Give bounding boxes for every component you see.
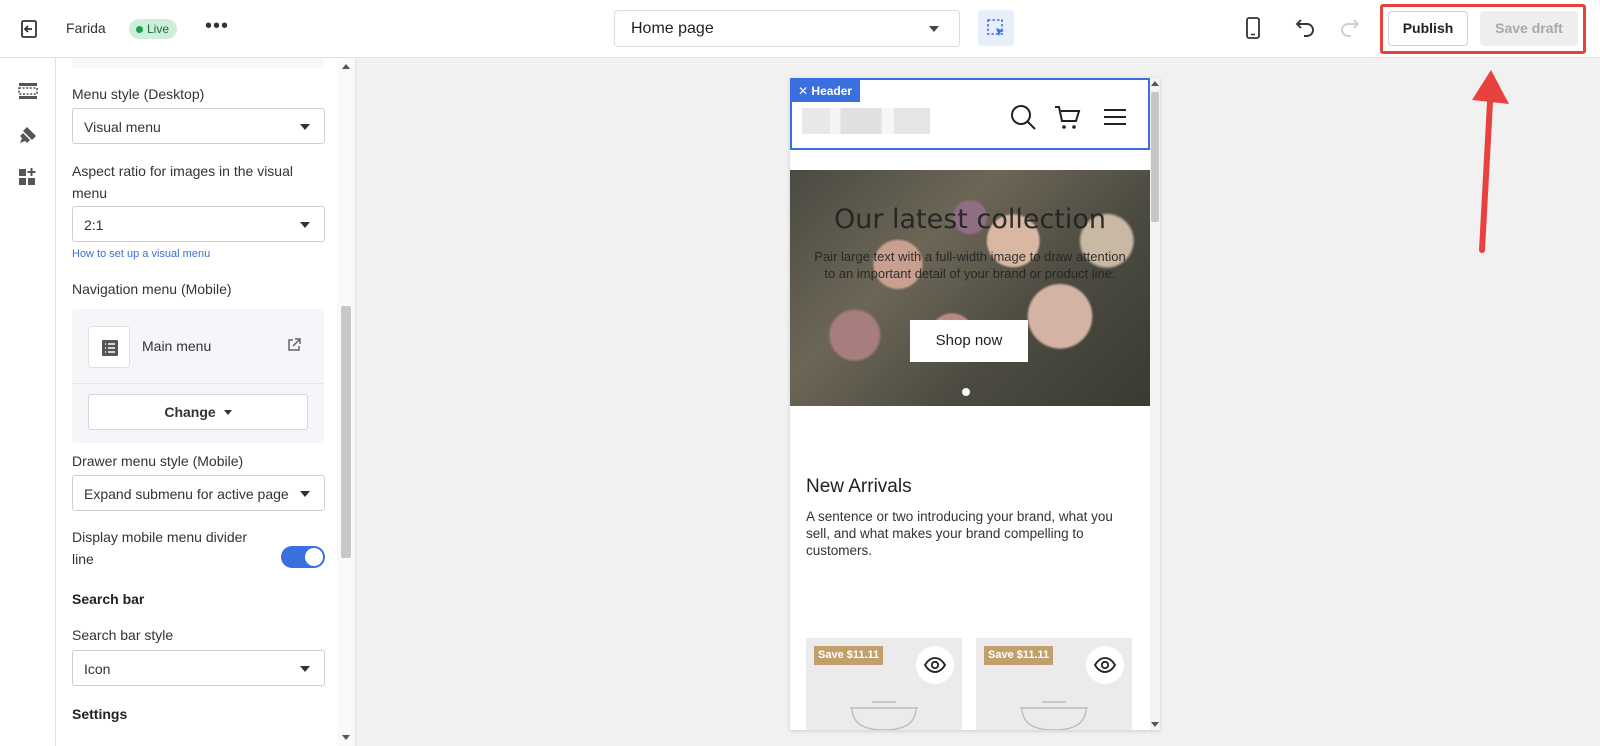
section-description: A sentence or two introducing your brand… (806, 509, 1113, 558)
store-name: Farida (66, 20, 106, 36)
settings-heading: Settings (72, 706, 128, 722)
mobile-divider-toggle[interactable] (281, 546, 325, 568)
add-app-icon[interactable] (17, 166, 39, 188)
previous-setting-block (72, 58, 324, 68)
change-menu-button[interactable]: Change (88, 394, 308, 430)
section-title: New Arrivals (806, 476, 912, 497)
save-badge: Save $11.11 (984, 646, 1054, 665)
external-link-icon[interactable] (286, 337, 302, 353)
chevron-down-icon (223, 410, 232, 415)
scroll-down-icon[interactable] (342, 735, 350, 740)
search-icon[interactable] (1008, 102, 1038, 132)
chevron-down-icon (300, 222, 310, 228)
page-selector[interactable]: Home page (614, 10, 960, 47)
eye-icon[interactable] (916, 646, 954, 684)
divider (72, 383, 324, 384)
hero-slideshow[interactable]: Our latest collection Pair large text wi… (790, 170, 1150, 406)
hero-subtitle: Pair large text with a full-width image … (814, 249, 1126, 281)
search-bar-style-label: Search bar style (72, 627, 174, 643)
drawer-menu-select[interactable]: Expand submenu for active page (72, 475, 325, 511)
product-card[interactable]: Save $11.11 (976, 638, 1132, 730)
left-rail (0, 58, 56, 746)
menu-style-value: Visual menu (84, 119, 161, 135)
search-bar-style-value: Icon (84, 661, 111, 677)
mobile-divider-label: Display mobile menu divider line (72, 529, 248, 567)
navigation-menu-card: Main menu Change (72, 309, 324, 443)
product-image (842, 694, 926, 730)
hamburger-menu-icon[interactable] (1100, 102, 1130, 132)
shop-now-button[interactable]: Shop now (910, 320, 1028, 362)
navigation-menu-name: Main menu (142, 338, 212, 354)
scroll-down-icon[interactable] (1151, 722, 1159, 727)
preview-canvas: ✕ Header Our latest collection Pair larg… (356, 58, 1600, 746)
drawer-menu-value: Expand submenu for active page (84, 486, 289, 502)
visual-menu-help-link[interactable]: How to set up a visual menu (72, 248, 210, 260)
annotation-highlight-box (1380, 4, 1586, 54)
mobile-preview: ✕ Header Our latest collection Pair larg… (790, 78, 1160, 730)
scrollbar-thumb[interactable] (341, 306, 351, 558)
drawer-menu-label: Drawer menu style (Mobile) (72, 453, 244, 469)
more-horizontal-icon[interactable]: ••• (204, 16, 230, 42)
save-badge: Save $11.11 (814, 646, 884, 665)
select-element-icon[interactable] (978, 10, 1014, 46)
theme-style-icon[interactable] (17, 124, 39, 146)
scrollbar-thumb[interactable] (1151, 92, 1159, 222)
search-bar-heading: Search bar (72, 591, 145, 607)
exit-icon[interactable] (16, 16, 42, 42)
status-badge: Live (129, 19, 178, 39)
search-bar-style-select[interactable]: Icon (72, 650, 325, 686)
undo-icon[interactable] (1291, 15, 1317, 41)
top-bar: Farida Live ••• Home page Publish Save d… (0, 0, 1600, 58)
menu-style-select[interactable]: Visual menu (72, 108, 325, 144)
aspect-ratio-select[interactable]: 2:1 (72, 206, 325, 242)
status-badge-label: Live (147, 22, 170, 36)
settings-panel: Menu style (Desktop) Visual menu Aspect … (56, 58, 356, 746)
header-section-tag-label: Header (811, 84, 853, 98)
header-section-tag[interactable]: ✕ Header (792, 80, 861, 102)
annotation-arrow-icon (1460, 68, 1510, 254)
eye-icon[interactable] (1086, 646, 1124, 684)
list-icon (88, 326, 130, 368)
panel-scrollbar[interactable] (337, 58, 355, 746)
aspect-ratio-label: Aspect ratio for images in the visual me… (72, 163, 293, 201)
live-dot-icon (136, 26, 143, 33)
scroll-up-icon[interactable] (1151, 81, 1159, 86)
chevron-down-icon (929, 26, 939, 32)
aspect-ratio-value: 2:1 (84, 217, 104, 233)
navigation-menu-label: Navigation menu (Mobile) (72, 281, 232, 297)
change-menu-label: Change (164, 404, 216, 420)
hero-title: Our latest collection (833, 204, 1107, 235)
cart-icon[interactable] (1052, 102, 1082, 132)
product-card[interactable]: Save $11.11 (806, 638, 962, 730)
product-image (1012, 694, 1096, 730)
header-section-selected[interactable]: ✕ Header (790, 78, 1150, 150)
close-icon[interactable]: ✕ (798, 84, 808, 98)
slide-indicator-dot[interactable] (962, 388, 970, 396)
sections-icon[interactable] (17, 80, 39, 102)
store-logo[interactable] (802, 108, 930, 134)
chevron-down-icon (300, 124, 310, 130)
mobile-device-icon[interactable] (1240, 15, 1266, 41)
chevron-down-icon (300, 666, 310, 672)
scroll-up-icon[interactable] (342, 64, 350, 69)
redo-icon[interactable] (1338, 15, 1364, 41)
page-selector-value: Home page (631, 20, 714, 37)
menu-style-label: Menu style (Desktop) (72, 86, 205, 102)
preview-scrollbar[interactable] (1150, 78, 1160, 730)
chevron-down-icon (300, 491, 310, 497)
toggle-knob (305, 548, 323, 566)
